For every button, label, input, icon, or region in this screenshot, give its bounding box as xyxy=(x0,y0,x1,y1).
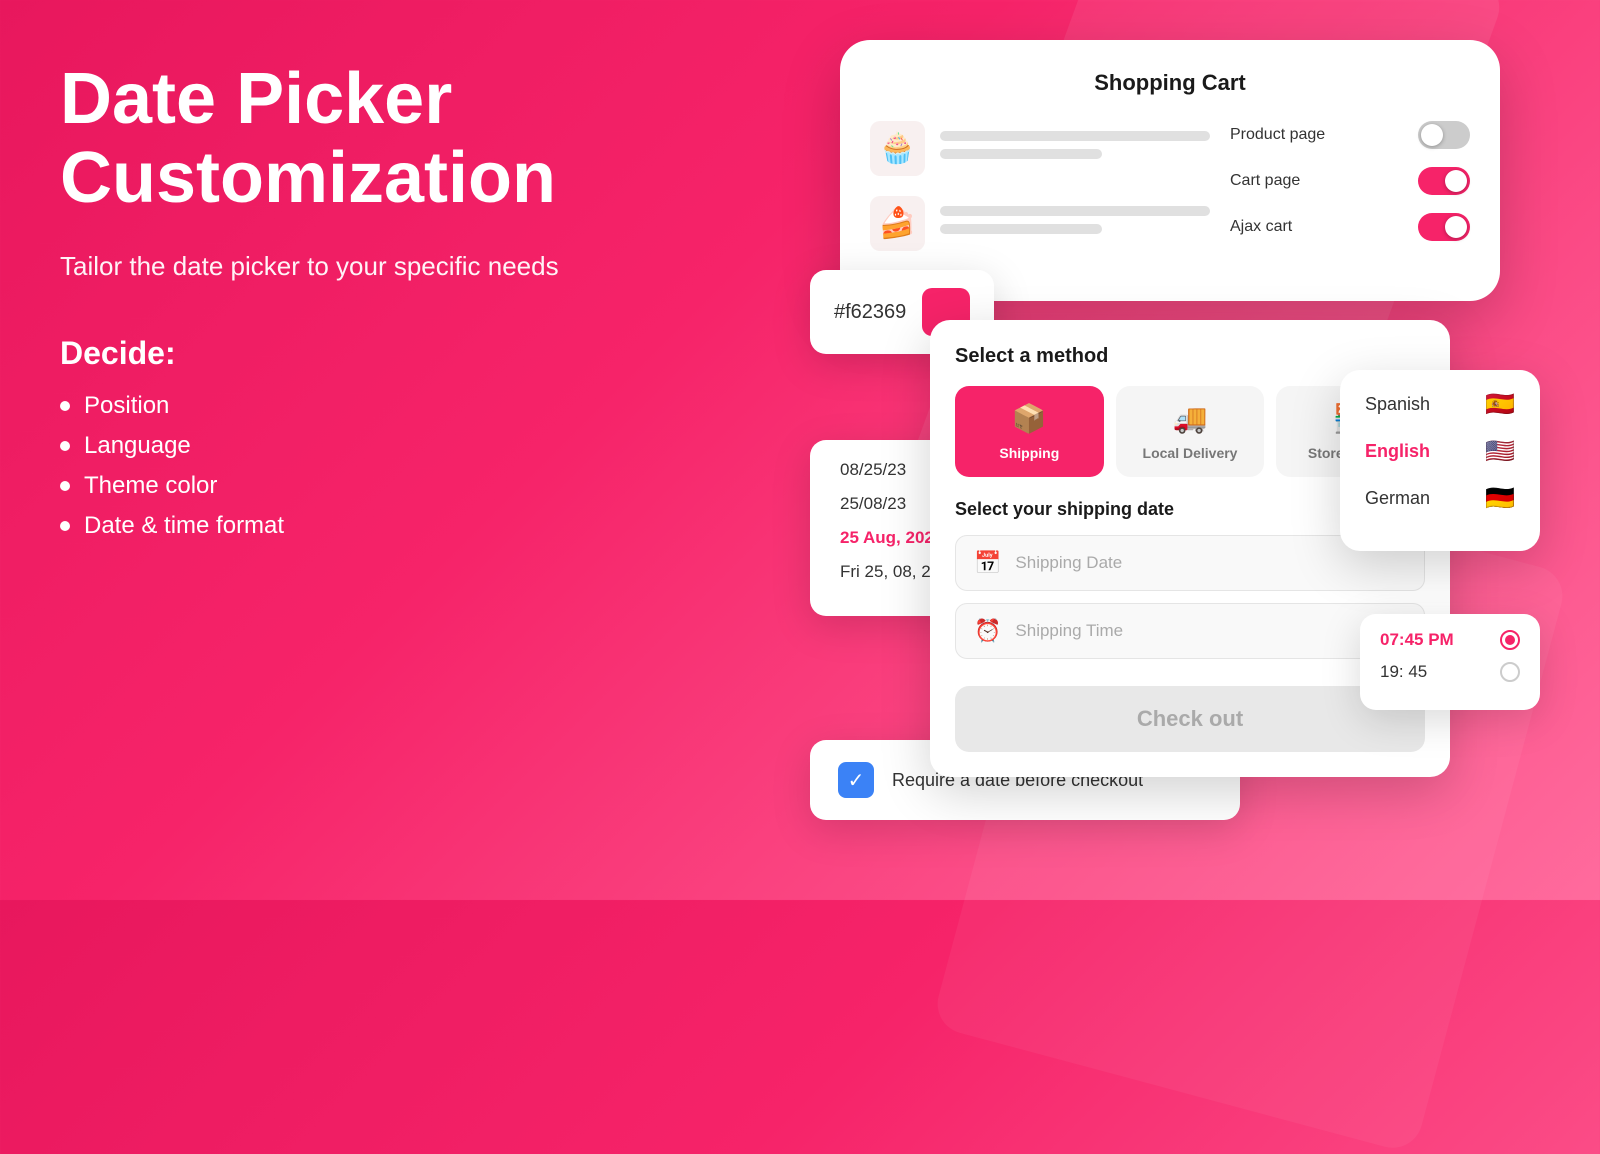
bullet-dot xyxy=(60,441,70,451)
toggle-panel: Product page Cart page Ajax cart xyxy=(1230,121,1470,271)
lang-name-german: German xyxy=(1365,488,1430,509)
lang-option-german[interactable]: German 🇩🇪 xyxy=(1365,484,1515,513)
toggle-row-cart: Cart page xyxy=(1230,167,1470,195)
time-option-12h[interactable]: 07:45 PM xyxy=(1380,630,1520,650)
bullet-dot xyxy=(60,481,70,491)
lang-name-spanish: Spanish xyxy=(1365,394,1430,415)
checkout-button[interactable]: Check out xyxy=(955,686,1425,752)
checkbox-icon[interactable]: ✓ xyxy=(838,762,874,798)
toggle-row-ajax: Ajax cart xyxy=(1230,213,1470,241)
toggle-knob xyxy=(1445,170,1467,192)
shipping-label: Shipping xyxy=(999,445,1059,461)
decide-heading: Decide: xyxy=(60,335,640,372)
main-title: Date Picker Customization xyxy=(60,60,640,218)
language-panel: Spanish 🇪🇸 English 🇺🇸 German 🇩🇪 xyxy=(1340,370,1540,551)
cart-item: 🍰 xyxy=(870,196,1210,251)
time-panel: 07:45 PM 19: 45 xyxy=(1360,614,1540,710)
cart-line xyxy=(940,206,1210,216)
cart-title: Shopping Cart xyxy=(870,70,1470,96)
cart-item: 🧁 xyxy=(870,121,1210,176)
cart-item-image: 🍰 xyxy=(870,196,925,251)
shipping-date-placeholder: Shipping Date xyxy=(1015,553,1122,573)
time-value-24h: 19: 45 xyxy=(1380,662,1427,682)
time-radio-12h[interactable] xyxy=(1500,630,1520,650)
main-card-area: Shopping Cart 🧁 🍰 xyxy=(810,40,1540,860)
local-delivery-label: Local Delivery xyxy=(1143,445,1238,461)
cart-line xyxy=(940,131,1210,141)
title-line1: Date Picker xyxy=(60,59,452,139)
toggle-label-ajax: Ajax cart xyxy=(1230,218,1292,236)
bullet-list: Position Language Theme color Date & tim… xyxy=(60,392,640,540)
shopping-cart-card: Shopping Cart 🧁 🍰 xyxy=(840,40,1500,301)
cart-line-short xyxy=(940,224,1102,234)
ajax-cart-toggle[interactable] xyxy=(1418,213,1470,241)
local-delivery-method-btn[interactable]: 🚚 Local Delivery xyxy=(1116,386,1265,477)
product-page-toggle[interactable] xyxy=(1418,121,1470,149)
cart-items: 🧁 🍰 xyxy=(870,121,1210,271)
bullet-dot xyxy=(60,401,70,411)
english-flag: 🇺🇸 xyxy=(1485,437,1515,466)
cart-item-image: 🧁 xyxy=(870,121,925,176)
cart-item-lines xyxy=(940,206,1210,242)
toggle-knob xyxy=(1421,124,1443,146)
title-line2: Customization xyxy=(60,138,556,218)
left-panel: Date Picker Customization Tailor the dat… xyxy=(60,60,640,552)
time-value-12h: 07:45 PM xyxy=(1380,630,1454,650)
select-method-title: Select a method xyxy=(955,345,1425,368)
date-format-text: 25/08/23 xyxy=(840,494,906,514)
lang-option-english[interactable]: English 🇺🇸 xyxy=(1365,437,1515,466)
date-format-text: Fri 25, 08, 23 xyxy=(840,562,940,582)
toggle-knob xyxy=(1445,216,1467,238)
toggle-row-product: Product page xyxy=(1230,121,1470,149)
date-format-text-active: 25 Aug, 2023 xyxy=(840,528,943,548)
bullet-item: Language xyxy=(60,432,640,460)
lang-name-english: English xyxy=(1365,441,1430,462)
toggle-label-cart: Cart page xyxy=(1230,172,1300,190)
toggle-label-product: Product page xyxy=(1230,126,1325,144)
delivery-icon: 🚚 xyxy=(1173,402,1208,435)
bullet-item: Theme color xyxy=(60,472,640,500)
date-format-text: 08/25/23 xyxy=(840,460,906,480)
shipping-icon: 📦 xyxy=(1012,402,1047,435)
spanish-flag: 🇪🇸 xyxy=(1485,390,1515,419)
subtitle: Tailor the date picker to your specific … xyxy=(60,248,640,284)
german-flag: 🇩🇪 xyxy=(1485,484,1515,513)
cart-item-lines xyxy=(940,131,1210,167)
bullet-dot xyxy=(60,521,70,531)
cart-content: 🧁 🍰 Product page xyxy=(870,121,1470,271)
color-hex-value: #f62369 xyxy=(834,301,906,324)
clock-icon: ⏰ xyxy=(974,618,1001,644)
calendar-icon: 📅 xyxy=(974,550,1001,576)
cart-line-short xyxy=(940,149,1102,159)
time-option-24h[interactable]: 19: 45 xyxy=(1380,662,1520,682)
shipping-time-input[interactable]: ⏰ Shipping Time xyxy=(955,603,1425,659)
cart-page-toggle[interactable] xyxy=(1418,167,1470,195)
bullet-item: Position xyxy=(60,392,640,420)
shipping-time-placeholder: Shipping Time xyxy=(1015,621,1123,641)
bullet-item: Date & time format xyxy=(60,512,640,540)
lang-option-spanish[interactable]: Spanish 🇪🇸 xyxy=(1365,390,1515,419)
shipping-method-btn[interactable]: 📦 Shipping xyxy=(955,386,1104,477)
time-radio-24h[interactable] xyxy=(1500,662,1520,682)
